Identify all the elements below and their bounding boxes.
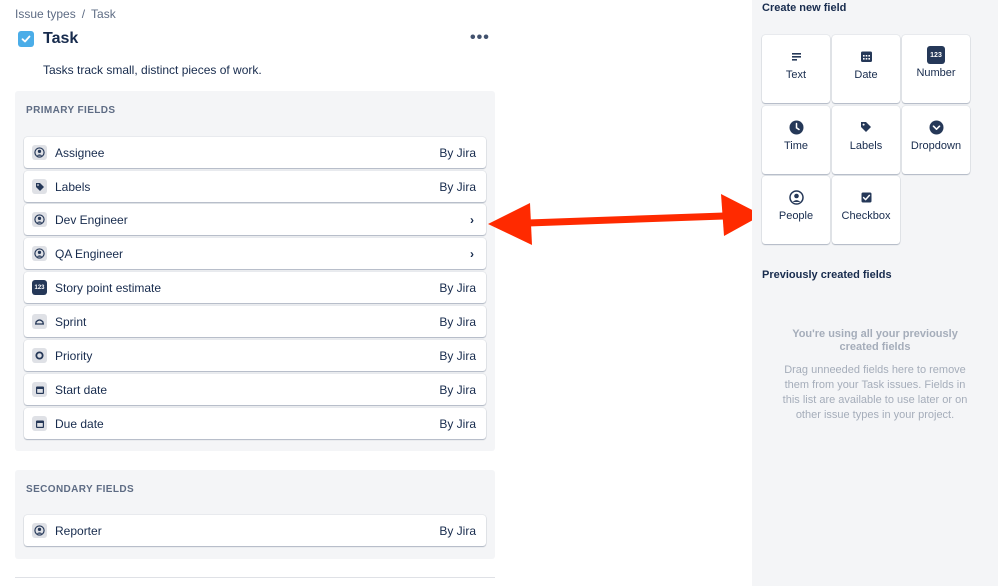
field-source: By Jira bbox=[439, 348, 476, 363]
calendar-icon bbox=[32, 382, 47, 397]
field-row-priority[interactable]: Priority By Jira bbox=[24, 340, 486, 371]
previous-fields-title: Previously created fields bbox=[762, 269, 892, 281]
tag-icon bbox=[32, 179, 47, 194]
issue-type-description: Tasks track small, distinct pieces of wo… bbox=[43, 63, 262, 77]
tile-number[interactable]: 123 Number bbox=[902, 35, 970, 103]
field-label: Reporter bbox=[55, 523, 102, 538]
field-row-reporter[interactable]: Reporter By Jira bbox=[24, 515, 486, 546]
tile-checkbox[interactable]: Checkbox bbox=[832, 176, 900, 244]
field-label: Priority bbox=[55, 348, 93, 363]
field-label: Assignee bbox=[55, 145, 105, 160]
field-sidebar: Create new field Text Date 123 Number Ti… bbox=[752, 0, 998, 586]
title-row: Task bbox=[18, 30, 78, 48]
secondary-fields-section: SECONDARY FIELDS Reporter By Jira bbox=[15, 470, 495, 559]
calendar-icon bbox=[860, 48, 873, 64]
breadcrumb-separator: / bbox=[81, 7, 86, 21]
field-label: Story point estimate bbox=[55, 280, 162, 295]
field-label: QA Engineer bbox=[55, 246, 124, 261]
field-row-qa-engineer[interactable]: QA Engineer › bbox=[24, 238, 486, 269]
tile-people[interactable]: People bbox=[762, 176, 830, 244]
field-row-assignee[interactable]: Assignee By Jira bbox=[24, 137, 486, 168]
person-icon bbox=[32, 212, 47, 227]
checkbox-icon bbox=[861, 189, 872, 205]
tag-icon bbox=[860, 119, 872, 135]
tile-label: People bbox=[778, 210, 814, 222]
priority-icon bbox=[32, 348, 47, 363]
field-row-dev-engineer[interactable]: Dev Engineer › bbox=[24, 204, 486, 235]
number-icon: 123 bbox=[927, 46, 945, 64]
tile-label: Text bbox=[785, 69, 807, 81]
tile-label: Checkbox bbox=[841, 210, 891, 222]
tile-label: Dropdown bbox=[910, 140, 962, 152]
field-label: Start date bbox=[55, 382, 108, 397]
issue-type-editor: Issue types / Task Task ••• Tasks track … bbox=[0, 0, 752, 586]
calendar-icon bbox=[32, 416, 47, 431]
field-source: By Jira bbox=[439, 145, 476, 160]
field-row-start-date[interactable]: Start date By Jira bbox=[24, 374, 486, 405]
person-icon bbox=[32, 145, 47, 160]
field-source: By Jira bbox=[439, 382, 476, 397]
tile-label: Number bbox=[916, 67, 956, 79]
chevron-right-icon[interactable]: › bbox=[470, 247, 474, 261]
create-field-title: Create new field bbox=[762, 2, 847, 14]
tile-date[interactable]: Date bbox=[832, 35, 900, 103]
tile-text[interactable]: Text bbox=[762, 35, 830, 103]
text-icon bbox=[791, 48, 802, 64]
field-source: By Jira bbox=[439, 280, 476, 295]
tile-labels[interactable]: Labels bbox=[832, 106, 900, 174]
divider bbox=[15, 577, 495, 578]
double-headed-arrow-icon bbox=[488, 194, 762, 245]
field-source: By Jira bbox=[439, 179, 476, 194]
field-label: Labels bbox=[55, 179, 91, 194]
section-title-primary: PRIMARY FIELDS bbox=[26, 105, 116, 116]
tile-label: Date bbox=[854, 69, 878, 81]
person-icon bbox=[32, 246, 47, 261]
sprint-icon bbox=[32, 314, 47, 329]
field-label: Dev Engineer bbox=[55, 212, 128, 227]
breadcrumb: Issue types / Task bbox=[15, 7, 116, 21]
field-row-due-date[interactable]: Due date By Jira bbox=[24, 408, 486, 439]
dropdown-icon bbox=[929, 119, 944, 135]
field-label: Sprint bbox=[55, 314, 87, 329]
field-row-sprint[interactable]: Sprint By Jira bbox=[24, 306, 486, 337]
more-actions-button[interactable]: ••• bbox=[470, 30, 490, 46]
person-icon bbox=[32, 523, 47, 538]
task-type-icon bbox=[18, 31, 34, 47]
field-source: By Jira bbox=[439, 523, 476, 538]
tile-label: Labels bbox=[849, 140, 883, 152]
section-title-secondary: SECONDARY FIELDS bbox=[26, 484, 135, 495]
field-source: By Jira bbox=[439, 416, 476, 431]
field-label: Due date bbox=[55, 416, 104, 431]
empty-state-body: Drag unneeded fields here to remove them… bbox=[782, 364, 968, 421]
tile-time[interactable]: Time bbox=[762, 106, 830, 174]
page-title: Task bbox=[43, 30, 79, 47]
field-source: By Jira bbox=[439, 314, 476, 329]
field-row-story-points[interactable]: 123 Story point estimate By Jira bbox=[24, 272, 486, 303]
field-row-labels[interactable]: Labels By Jira bbox=[24, 171, 486, 202]
empty-state-title: You're using all your previously created… bbox=[792, 328, 958, 353]
clock-icon bbox=[789, 119, 804, 135]
number-icon: 123 bbox=[32, 280, 47, 295]
tile-label: Time bbox=[783, 140, 809, 152]
breadcrumb-task[interactable]: Task bbox=[91, 7, 116, 21]
tile-dropdown[interactable]: Dropdown bbox=[902, 106, 970, 174]
breadcrumb-issue-types[interactable]: Issue types bbox=[15, 7, 76, 21]
chevron-right-icon[interactable]: › bbox=[470, 213, 474, 227]
person-icon bbox=[788, 189, 804, 205]
primary-fields-section: PRIMARY FIELDS Assignee By Jira Labels B… bbox=[15, 91, 495, 451]
